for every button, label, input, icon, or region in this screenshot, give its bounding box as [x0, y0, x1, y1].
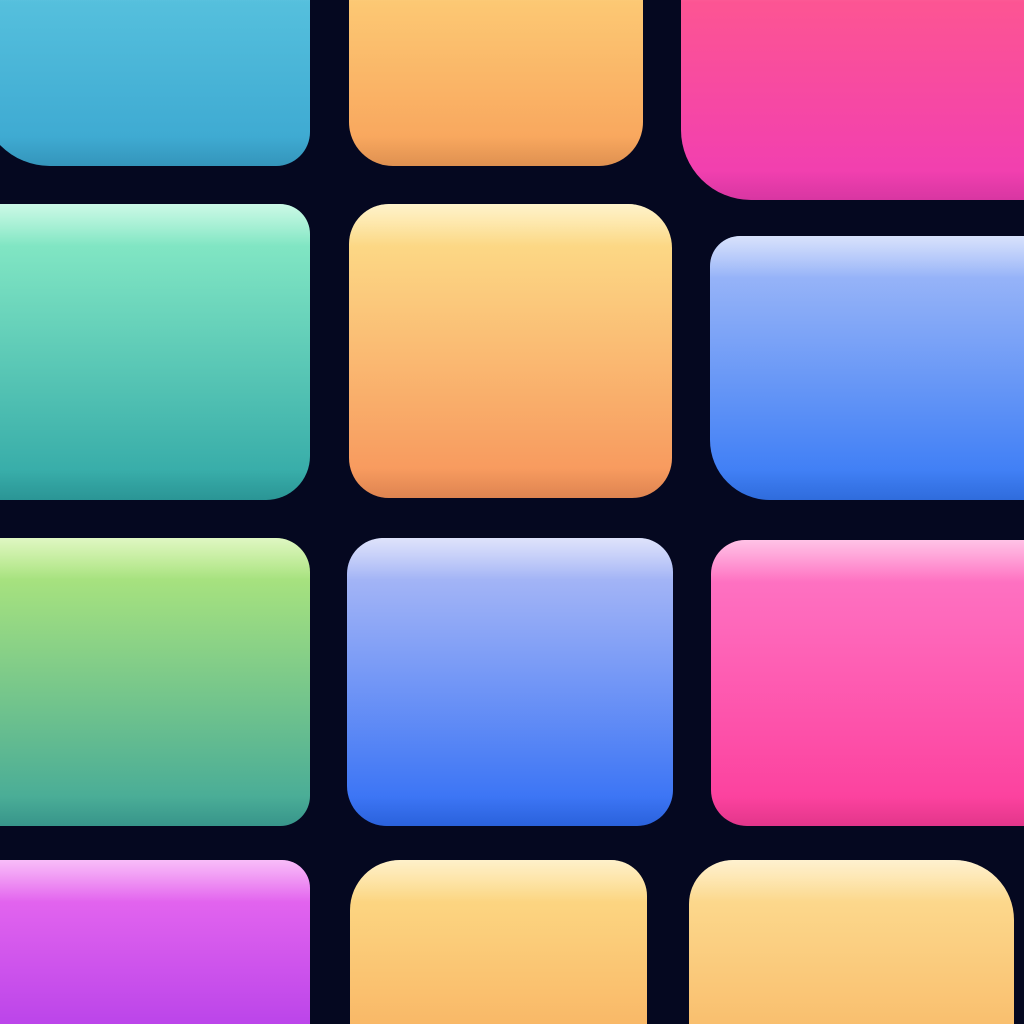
tile-peach[interactable]	[349, 0, 643, 166]
tile-apricot[interactable]	[350, 860, 647, 1024]
tile-cyan[interactable]	[0, 0, 310, 166]
tile-periwinkle[interactable]	[347, 538, 673, 826]
tile-violet[interactable]	[0, 860, 310, 1024]
tile-pink[interactable]	[681, 0, 1024, 200]
tile-green[interactable]	[0, 538, 310, 826]
tile-blue[interactable]	[710, 236, 1024, 500]
tile-mint[interactable]	[0, 204, 310, 500]
tile-orange[interactable]	[349, 204, 672, 498]
tile-magenta[interactable]	[711, 540, 1024, 826]
tile-sand[interactable]	[689, 860, 1014, 1024]
tile-grid-canvas	[0, 0, 1024, 1024]
